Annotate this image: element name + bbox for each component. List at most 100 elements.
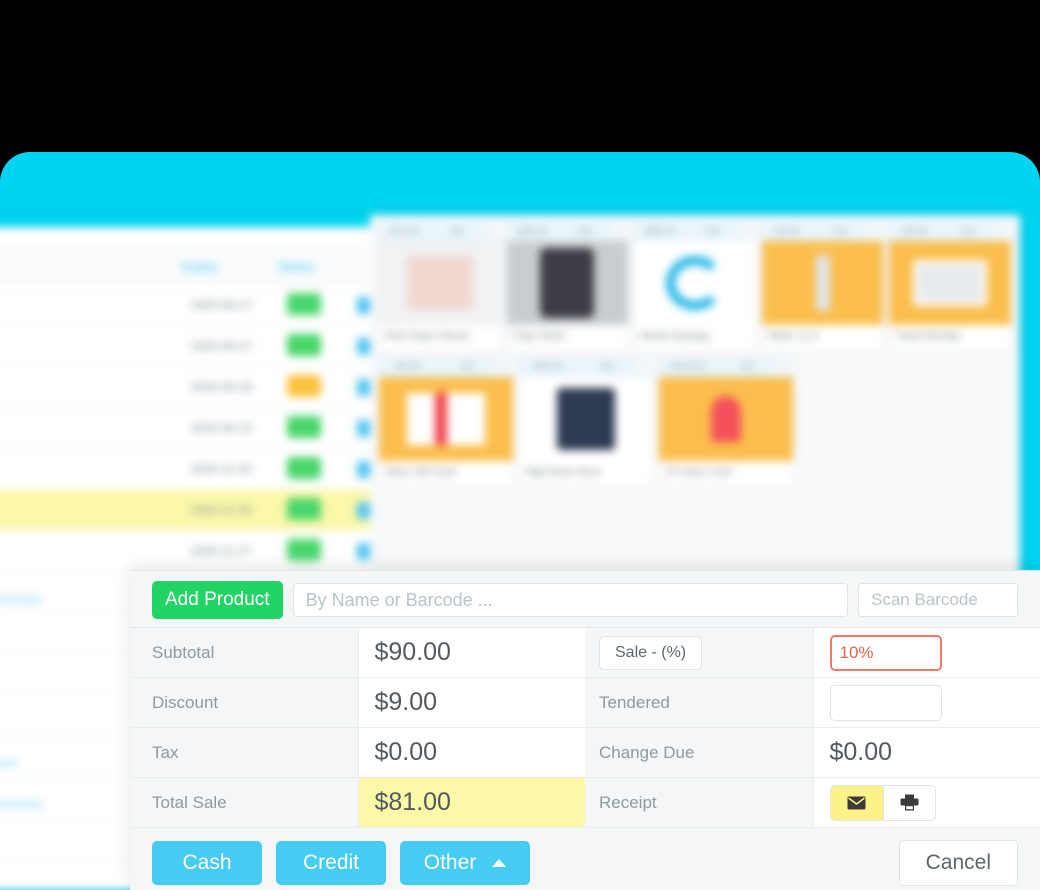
table-row: Sale - (%) [585, 628, 1040, 678]
change-due-value: $0.00 [812, 728, 1040, 777]
discount-label: Discount [130, 678, 358, 727]
member-name: Lin Carter [0, 371, 191, 387]
product-name: Towel Rentals [895, 330, 961, 342]
list-item-text: Lin CarterSingle Class - Drop In [0, 371, 191, 402]
close-icon[interactable]: x [866, 225, 884, 237]
membership-type: Class Card [0, 346, 191, 362]
expiry-date: 2020-11-30 [191, 462, 252, 476]
product-name: Month Autopay [640, 330, 711, 342]
product-name: Water 12.5 [767, 330, 819, 342]
close-icon[interactable]: x [776, 361, 793, 373]
product-quantity: %0 [450, 225, 465, 237]
credit-button[interactable]: Credit [276, 841, 386, 885]
total-sale-label: Total Sale [130, 778, 358, 827]
product-tile-header: $40.00 %0 x [519, 357, 653, 377]
product-search-row: Add Product [130, 571, 1040, 627]
product-tile[interactable]: $0.00 %0 x Open Gift Card [378, 356, 514, 487]
info-icon[interactable] [357, 378, 370, 396]
product-tile-header: $100.00 %0 x [659, 357, 793, 377]
product-artwork [665, 256, 724, 310]
scan-barcode-input[interactable] [858, 583, 1018, 617]
product-artwork [540, 248, 595, 318]
info-icon[interactable] [357, 501, 370, 519]
membership-type: 7 Class Intro Special [0, 510, 191, 526]
status-badge [287, 333, 357, 359]
status-badge [287, 374, 357, 400]
status-badge [287, 415, 357, 441]
member-name: Jane Roberts [0, 289, 191, 305]
receipt-cell [812, 778, 1040, 827]
product-tile[interactable]: $100.00 %0 x 10 Class Card [658, 356, 794, 487]
close-icon[interactable]: x [483, 225, 501, 237]
product-search-input[interactable] [292, 583, 848, 617]
tax-label: Tax [130, 728, 358, 777]
tendered-input[interactable] [829, 684, 942, 721]
info-icon[interactable] [357, 460, 370, 478]
info-icon[interactable] [357, 337, 370, 355]
column-header-expiry: Expiry [182, 259, 219, 274]
product-tile[interactable]: $2.00 %0 x Water 12.5 [760, 221, 885, 351]
product-quantity: %0 [578, 225, 592, 237]
totals-table: Subtotal $90.00 Discount $9.00 Tax $0.00… [130, 627, 1040, 828]
product-artwork [815, 255, 830, 311]
product-tile[interactable]: $45.00 %0 x Capri Short [505, 221, 630, 351]
envelope-icon[interactable] [830, 785, 883, 820]
info-icon[interactable] [357, 542, 370, 560]
receipt-options [829, 784, 936, 821]
product-artwork [406, 256, 473, 310]
close-icon[interactable]: x [636, 361, 653, 373]
product-price: $3.00 [903, 225, 928, 237]
info-icon[interactable] [357, 419, 370, 437]
product-artwork [557, 387, 615, 450]
close-icon[interactable]: x [611, 225, 629, 237]
product-tile[interactable]: $85.00 %0 x Month Autopay [633, 221, 757, 351]
product-tile-header: $2.00 %0 x [761, 222, 884, 241]
column-header-status: Status [278, 259, 315, 274]
membership-type: Class Card [0, 428, 191, 444]
list-item[interactable]: Kate Berkowitz7 Class Intro Special2020-… [0, 490, 370, 531]
product-image [506, 241, 629, 325]
list-item[interactable]: Maggie Kim10 Class Card2020-11-30 [0, 449, 370, 490]
list-item[interactable]: Jane RobertsClass Card2020-06-27 [0, 285, 370, 326]
product-tile-header: $3.00 %0 x [889, 222, 1011, 241]
info-icon[interactable] [357, 296, 370, 314]
receipt-label: Receipt [585, 778, 813, 827]
cancel-button[interactable]: Cancel [898, 840, 1018, 886]
status-badge [287, 292, 357, 318]
close-icon[interactable]: x [738, 225, 756, 237]
add-product-button[interactable]: Add Product [152, 581, 283, 619]
close-icon[interactable]: x [993, 225, 1011, 237]
sale-percent-button[interactable]: Sale - (%) [599, 635, 703, 670]
list-item[interactable]: Amber HarrisClass Card2020-06-27 [0, 326, 370, 367]
frame-mask-top [0, 0, 1040, 152]
product-image [659, 376, 793, 461]
discount-percent-cell [812, 628, 1040, 677]
cash-button[interactable]: Cash [152, 841, 262, 885]
list-item-text: Kate Berkowitz7 Class Intro Special [0, 494, 191, 525]
discount-percent-input[interactable] [829, 634, 942, 671]
product-image [379, 376, 513, 461]
list-item[interactable]: Sam AlbertsonClass Card2020-11-27 [0, 531, 370, 572]
expiry-date: 2020-11-30 [191, 503, 252, 517]
close-icon[interactable]: x [496, 361, 513, 373]
product-quantity: %0 [459, 361, 474, 373]
product-image [634, 241, 756, 325]
product-price: $0.00 [396, 361, 421, 373]
totals-left-column: Subtotal $90.00 Discount $9.00 Tax $0.00… [130, 628, 585, 828]
other-button-label: Other [423, 851, 477, 874]
status-badge [287, 456, 357, 482]
product-image [889, 241, 1011, 325]
status-indicator [287, 292, 321, 315]
product-artwork [711, 395, 741, 442]
other-button[interactable]: Other [400, 841, 530, 885]
product-tile[interactable]: $40.00 %0 x High Brick Short [518, 356, 654, 487]
expiry-date: 2020-06-23 [191, 421, 253, 435]
list-item-text: Sam AlbertsonClass Card [0, 535, 191, 566]
membership-type: Class Card [0, 551, 191, 567]
list-item[interactable]: Lin CarterSingle Class - Drop In2020-05-… [0, 367, 370, 408]
product-tile[interactable]: $70.00 %0 x Pink Super Shorts [378, 221, 502, 351]
list-item[interactable]: Mia EvansClass Card2020-06-23 [0, 408, 370, 449]
status-indicator [287, 415, 321, 438]
product-tile[interactable]: $3.00 %0 x Towel Rentals [888, 221, 1012, 351]
printer-icon[interactable] [882, 785, 935, 820]
